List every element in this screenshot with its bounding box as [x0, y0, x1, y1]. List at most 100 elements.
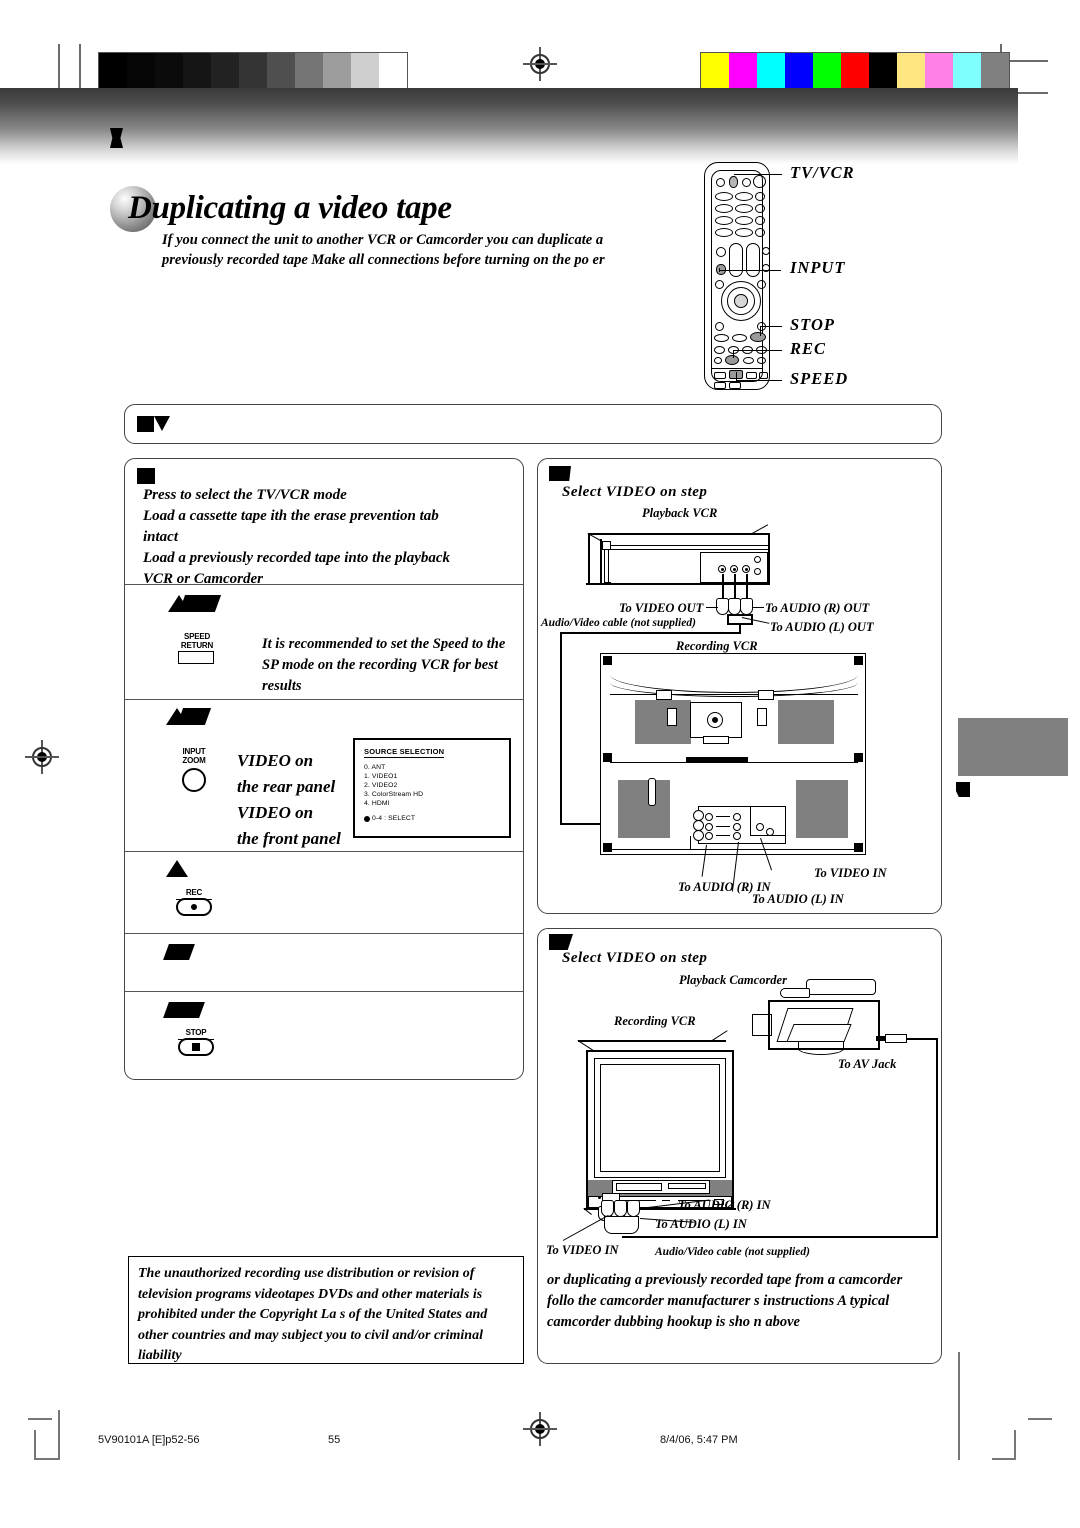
callout-stop: STOP	[790, 315, 835, 334]
front-plug-body	[604, 1216, 639, 1234]
callout-tvvcr: TV/VCR	[790, 163, 855, 182]
step3-key-label: INPUT ZOOM	[168, 747, 220, 765]
step4-key-dot-icon	[191, 904, 197, 910]
vcr-to-video-out-label: To VIDEO OUT	[619, 601, 704, 615]
callout-line-stop-v	[760, 326, 762, 336]
callout-line-input-v	[719, 268, 721, 272]
camcorder-heading: Select VIDEO on step	[562, 950, 708, 966]
step2-key-label-line2: RETURN	[180, 640, 214, 650]
vcr-recording-label: Recording VCR	[676, 639, 758, 653]
step3-line-3: VIDEO on	[237, 803, 314, 822]
osd-item-1[interactable]: 1. VIDEO1	[364, 773, 397, 780]
front-plug-3	[627, 1200, 640, 1217]
av-plug-tip	[876, 1036, 885, 1041]
step6-marker	[163, 1002, 205, 1018]
footer-corner-left	[34, 1430, 36, 1460]
right-margin-marker	[956, 782, 970, 797]
step1-marker	[137, 468, 155, 484]
osd-footer: 0-4 : SELECT	[372, 815, 416, 822]
av-cable-h2	[622, 1236, 938, 1238]
av-cable-v1	[936, 1038, 938, 1238]
remote-tvvcr-button[interactable]	[729, 176, 738, 188]
callout-input: INPUT	[790, 258, 846, 277]
section-header-triangle-icon	[154, 416, 170, 431]
osd-item-2[interactable]: 2. VIDEO2	[364, 782, 397, 789]
footer-corner-right	[1014, 1430, 1016, 1460]
av-cable-h1	[906, 1038, 938, 1040]
steps-divider-1	[125, 584, 523, 586]
copyright-warning-text: The unauthorized recording use distribut…	[138, 1266, 488, 1363]
osd-item-3[interactable]: 3. ColorStream HD	[364, 791, 423, 798]
front-plug-2	[614, 1200, 627, 1217]
step1-line-2: Load a cassette tape ith the erase preve…	[143, 508, 439, 524]
vcr-to-audio-l-out-label: To AUDIO (L) OUT	[770, 620, 874, 634]
registration-mark-bottom	[523, 1412, 557, 1446]
cam-cable-label: Audio/Video cable (not supplied)	[655, 1246, 810, 1258]
step4-triangle-icon	[166, 860, 188, 877]
step6-key-square-icon	[192, 1043, 200, 1051]
camcorder-note-text: or duplicating a previously recorded tap…	[547, 1272, 903, 1330]
footer-corner-left-h	[34, 1458, 60, 1460]
vcr-cable-route-h1	[560, 632, 741, 634]
section-header-marker	[137, 416, 154, 432]
footer-divider-left	[58, 1410, 60, 1458]
page-intro-text: If you connect the unit to another VCR o…	[162, 232, 605, 268]
footer-timestamp: 8/4/06, 5:47 PM	[660, 1434, 738, 1446]
steps-divider-4	[125, 933, 523, 935]
vcr-playback-label: Playback VCR	[642, 506, 718, 520]
tv-to-audio-l-in-label: To AUDIO (L) IN	[752, 892, 844, 906]
steps-divider-2	[125, 699, 523, 701]
callout-line-speed-v	[736, 372, 738, 381]
step3-line-2: the rear panel	[237, 777, 336, 796]
cam-to-video-in-label: To VIDEO IN	[546, 1243, 619, 1257]
right-margin-tab	[958, 718, 1068, 776]
osd-item-4[interactable]: 4. HDMI	[364, 800, 390, 807]
vcr-step-marker	[549, 466, 571, 481]
step2-key-glyph	[178, 651, 214, 664]
step3-line-1: VIDEO on	[237, 751, 314, 770]
callout-rec: REC	[790, 339, 827, 358]
callout-line-stop	[760, 326, 782, 328]
vcr-line-audio-r-out	[752, 607, 764, 608]
vcr-cable-label: Audio/Video cable (not supplied)	[541, 617, 696, 629]
step2-marker	[178, 595, 222, 612]
footer-divider-right	[958, 1352, 960, 1460]
section-header-box	[124, 404, 942, 444]
osd-title: SOURCE SELECTION	[364, 747, 445, 758]
source-selection-osd: SOURCE SELECTION 0. ANT 1. VIDEO1 2. VID…	[353, 738, 511, 838]
callout-speed: SPEED	[790, 369, 849, 388]
camcorder-playback-label: Playback Camcorder	[679, 973, 787, 987]
callout-line-rec	[733, 350, 782, 352]
step1-line-5: VCR or Camcorder	[143, 571, 264, 587]
footer-corner-right-h	[992, 1458, 1016, 1460]
osd-item-0[interactable]: 0. ANT	[364, 764, 385, 771]
steps-divider-3	[125, 851, 523, 853]
remote-stop-button[interactable]	[750, 332, 766, 342]
footer-rule-right	[1028, 1418, 1052, 1420]
step2-text: It is recommended to set the Speed to th…	[262, 636, 506, 694]
page-title: Duplicating a video tape	[128, 190, 452, 226]
camcorder-recording-label: Recording VCR	[614, 1014, 696, 1028]
footer-page-number: 55	[328, 1434, 341, 1446]
step3-key-label-line2: ZOOM	[182, 755, 206, 765]
callout-line-rec-v	[733, 350, 735, 358]
tv-to-video-in-label: To VIDEO IN	[814, 866, 887, 880]
footer-rule-left	[28, 1418, 52, 1420]
vcr-to-audio-r-out-label: To AUDIO (R) OUT	[765, 601, 870, 615]
step1-line-3: intact	[143, 529, 179, 545]
step1-text: Press to select the TV/VCR mode Load a c…	[143, 485, 518, 590]
step1-line-4: Load a previously recorded tape into the…	[143, 550, 451, 566]
remote-rec-button[interactable]	[725, 355, 739, 365]
callout-line-tvvcr	[734, 174, 782, 176]
footer-doc-id: 5V90101A [E]p52-56	[98, 1434, 200, 1446]
step3-line-4: the front panel	[237, 829, 341, 848]
vcr-line-video-out	[706, 607, 718, 608]
step3-key-glyph	[182, 768, 206, 792]
camcorder-to-av-jack-label: To AV Jack	[838, 1057, 897, 1071]
callout-line-speed	[736, 380, 782, 382]
step3-text: VIDEO on the rear panel VIDEO on the fro…	[237, 748, 367, 852]
steps-divider-5	[125, 991, 523, 993]
registration-mark-left	[25, 740, 59, 774]
step1-line-1: Press to select the TV/VCR mode	[143, 487, 347, 503]
header-gradient-band	[0, 88, 1018, 164]
